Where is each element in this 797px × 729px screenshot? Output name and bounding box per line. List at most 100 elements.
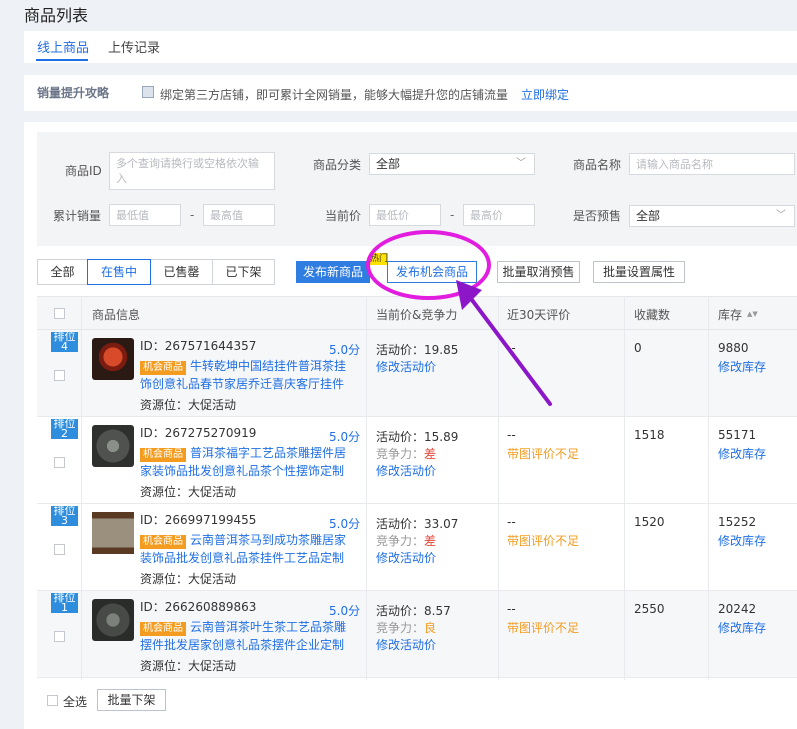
stock-count: 9880: [718, 341, 749, 355]
sort-icon[interactable]: ▲▼: [747, 310, 758, 318]
rank-badge: 排位1: [51, 593, 78, 613]
competition-value: 差: [424, 534, 437, 548]
range-separator: -: [450, 208, 455, 222]
column-divider: [708, 296, 709, 680]
favorites-count: 1520: [634, 515, 665, 529]
presale-select[interactable]: 全部 ﹀: [629, 205, 795, 227]
chevron-down-icon: ﹀: [516, 158, 526, 169]
product-thumbnail[interactable]: [92, 425, 134, 467]
status-tab-on-sale[interactable]: 在售中: [87, 259, 151, 285]
header-stock[interactable]: 库存: [718, 306, 742, 323]
stock-count: 55171: [718, 428, 757, 442]
column-divider: [81, 296, 82, 680]
row-checkbox[interactable]: [54, 544, 65, 555]
row-checkbox[interactable]: [54, 457, 65, 468]
review-warning: 带图评价不足: [507, 447, 580, 461]
chevron-down-icon: ﹀: [776, 210, 786, 221]
select-all-label: 全选: [63, 695, 88, 709]
column-divider: [366, 296, 367, 680]
total-sales-max-input[interactable]: 最高值: [203, 204, 275, 226]
row-checkbox[interactable]: [54, 631, 65, 642]
rank-badge: 排位3: [51, 506, 78, 526]
promo-title: 销量提升攻略: [37, 86, 110, 100]
table-header: 商品信息 当前价&竞争力 近30天评价 收藏数 库存 ▲▼: [37, 296, 797, 330]
product-title[interactable]: 机会商品 牛转乾坤中国结挂件普洱茶挂饰创意礼品春节家居乔迁喜庆客厅挂件: [140, 357, 355, 393]
status-tab-delisted[interactable]: 已下架: [212, 259, 275, 285]
product-title[interactable]: 机会商品 云南普洱茶马到成功茶雕居家装饰品批发创意礼品茶挂件工艺品定制: [140, 531, 355, 567]
activity-price: 活动价：19.85: [376, 343, 459, 357]
select-all-header-checkbox[interactable]: [54, 308, 65, 319]
rank-badge: 排位4: [51, 332, 78, 352]
product-id: ID：266997199455: [140, 513, 257, 527]
product-title[interactable]: 机会商品 云南普洱茶叶生茶工艺品茶雕摆件批发居家创意礼品茶摆件企业定制: [140, 618, 355, 654]
tab-online-products[interactable]: 线上商品: [37, 37, 89, 56]
product-name-label: 商品名称: [573, 158, 622, 172]
price-max-input[interactable]: 最高价: [463, 204, 535, 226]
table-row: 排位2 ID：267275270919 5.0分 机会商品 普洱茶福字工艺品茶雕摆…: [37, 417, 797, 504]
resource-slot: 资源位：大促活动: [140, 572, 237, 586]
product-thumbnail[interactable]: [92, 512, 134, 554]
table-row: 排位1 ID：266260889863 5.0分 机会商品 云南普洱茶叶生茶工艺品…: [37, 591, 797, 678]
edit-stock-link[interactable]: 修改库存: [718, 619, 766, 636]
total-sales-min-input[interactable]: 最低值: [109, 204, 181, 226]
activity-price: 活动价：8.57: [376, 604, 451, 618]
range-separator: -: [190, 208, 195, 222]
product-id: ID：266260889863: [140, 600, 257, 614]
edit-stock-link[interactable]: 修改库存: [718, 532, 766, 549]
header-price-competition[interactable]: 当前价&竞争力: [376, 306, 457, 323]
product-id: ID：267571644357: [140, 339, 257, 353]
edit-stock-link[interactable]: 修改库存: [718, 445, 766, 462]
competition-value: 差: [424, 447, 437, 461]
batch-delist-button[interactable]: 批量下架: [97, 689, 166, 711]
column-divider: [624, 296, 625, 680]
category-select[interactable]: 全部 ﹀: [369, 153, 535, 175]
edit-activity-price-link[interactable]: 修改活动价: [376, 549, 436, 566]
table-row: 排位4 ID：267571644357 5.0分 机会商品 牛转乾坤中国结挂件普洱…: [37, 330, 797, 417]
product-thumbnail[interactable]: [92, 599, 134, 641]
product-score: 5.0分: [329, 343, 361, 357]
edit-stock-link[interactable]: 修改库存: [718, 358, 766, 375]
resource-slot: 资源位：大促活动: [140, 485, 237, 499]
opportunity-tag: 机会商品: [140, 361, 186, 375]
edit-activity-price-link[interactable]: 修改活动价: [376, 636, 436, 653]
header-favorites: 收藏数: [634, 308, 671, 322]
link-icon: [142, 86, 154, 98]
product-score: 5.0分: [329, 604, 361, 618]
filter-panel: 商品ID 多个查询请换行或空格依次输入 商品分类 全部 ﹀ 商品名称 请输入商品…: [37, 132, 797, 246]
competition-label: 竞争力：: [376, 534, 425, 548]
select-all-checkbox[interactable]: [47, 695, 58, 706]
table-row: 排位3 ID：266997199455 5.0分 机会商品 云南普洱茶马到成功茶雕…: [37, 504, 797, 591]
review-count: --: [507, 515, 516, 529]
edit-activity-price-link[interactable]: 修改活动价: [376, 358, 436, 375]
batch-set-attributes-button[interactable]: 批量设置属性: [593, 261, 685, 283]
product-title[interactable]: 机会商品 普洱茶福字工艺品茶雕摆件居家装饰品批发创意礼品茶个性摆饰定制: [140, 444, 355, 480]
price-min-input[interactable]: 最低价: [369, 204, 441, 226]
status-tab-all[interactable]: 全部: [37, 259, 88, 285]
opportunity-tag: 机会商品: [140, 448, 186, 462]
row-checkbox[interactable]: [54, 370, 65, 381]
product-id-input[interactable]: 多个查询请换行或空格依次输入: [109, 152, 275, 190]
edit-activity-price-link[interactable]: 修改活动价: [376, 462, 436, 479]
rank-badge: 排位2: [51, 419, 78, 439]
favorites-count: 1518: [634, 428, 665, 442]
product-id: ID：267275270919: [140, 426, 257, 440]
opportunity-tag: 机会商品: [140, 622, 186, 636]
stock-count: 15252: [718, 515, 757, 529]
product-name-input[interactable]: 请输入商品名称: [629, 153, 795, 175]
status-tab-sold-out[interactable]: 已售罄: [150, 259, 213, 285]
total-sales-label: 累计销量: [53, 209, 102, 223]
tab-upload-records[interactable]: 上传记录: [108, 37, 160, 56]
product-thumbnail[interactable]: [92, 338, 134, 380]
product-table: 商品信息 当前价&竞争力 近30天评价 收藏数 库存 ▲▼ 排位4 ID：267…: [37, 296, 797, 680]
page-title: 商品列表: [24, 6, 89, 25]
review-warning: 带图评价不足: [507, 621, 580, 635]
competition: 竞争力：差: [376, 445, 436, 462]
publish-new-product-button[interactable]: 发布新商品: [296, 261, 370, 283]
review-warning: 带图评价不足: [507, 534, 580, 548]
review-count: --: [507, 602, 516, 616]
bind-now-link[interactable]: 立即绑定: [521, 86, 569, 103]
opportunity-tag: 机会商品: [140, 535, 186, 549]
competition-label: 竞争力：: [376, 447, 425, 461]
tabs-bar: 线上商品 上传记录: [24, 31, 797, 63]
header-product-info: 商品信息: [92, 308, 141, 322]
